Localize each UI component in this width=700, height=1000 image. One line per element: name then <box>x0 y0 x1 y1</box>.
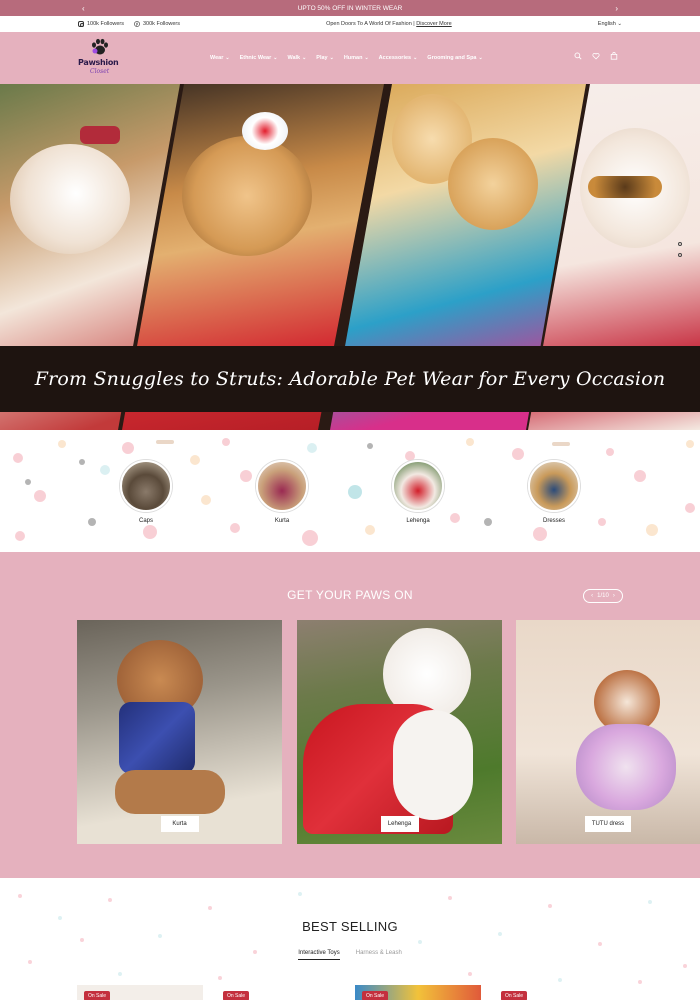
category-kurta[interactable]: Kurta <box>256 460 308 524</box>
cart-bag-icon[interactable] <box>610 52 618 60</box>
carousel-pager: ‹ 1/10 › <box>583 589 623 603</box>
hero-caption-band: From Snuggles to Struts: Adorable Pet We… <box>0 346 700 412</box>
language-selector[interactable]: English ⌄ <box>598 21 622 27</box>
promo-message: Open Doors To A World Of Fashion | Disco… <box>326 21 452 27</box>
chevron-down-icon: ⌄ <box>617 21 622 27</box>
best-selling-section: BEST SELLING Interactive Toys Harness & … <box>0 878 700 1000</box>
chevron-down-icon: ⌄ <box>225 55 230 61</box>
card-image-tutu <box>576 724 676 810</box>
card-label: Lehenga <box>380 816 419 832</box>
search-icon[interactable] <box>574 52 582 60</box>
chevron-left-icon[interactable]: ‹ <box>591 593 593 599</box>
card-label: TUTU dress <box>585 816 631 832</box>
social-links: 100k Followers 300k Followers <box>78 21 180 27</box>
category-label: Lehenga <box>406 518 430 524</box>
product-card-kurta[interactable]: Kurta <box>77 620 282 844</box>
get-your-paws-on-section: GET YOUR PAWS ON ‹ 1/10 › Kurta Lehenga … <box>0 552 700 878</box>
instagram-link[interactable]: 100k Followers <box>78 21 124 27</box>
sale-badge: On Sale <box>223 991 250 1000</box>
category-image-lehenga <box>392 460 444 512</box>
nav-label: Ethnic Wear <box>239 55 272 61</box>
nav-item-ethnic-wear[interactable]: Ethnic Wear ⌄ <box>240 55 278 61</box>
slide-dot[interactable] <box>678 242 682 246</box>
chevron-down-icon: ⌄ <box>413 55 418 61</box>
nav-item-grooming[interactable]: Grooming and Spa ⌄ <box>427 55 482 61</box>
category-dresses[interactable]: Dresses <box>528 460 580 524</box>
nav-item-play[interactable]: Play ⌄ <box>316 55 334 61</box>
facebook-icon <box>134 21 140 27</box>
nav-label: Walk <box>287 55 301 61</box>
hero-slide-dots <box>678 242 682 257</box>
main-nav: Wear ⌄ Ethnic Wear ⌄ Walk ⌄ Play ⌄ Human ⌄ Ac… <box>210 55 483 61</box>
category-label: Caps <box>138 518 153 524</box>
hero-caption: From Snuggles to Struts: Adorable Pet We… <box>34 368 666 390</box>
header-icons <box>574 52 618 60</box>
wishlist-heart-icon[interactable] <box>592 52 600 60</box>
sale-badge: On Sale <box>362 991 389 1000</box>
paw-logo-icon <box>92 38 108 55</box>
promo-text: Open Doors To A World Of Fashion | <box>326 21 417 27</box>
instagram-count: 100k Followers <box>87 21 124 27</box>
chevron-down-icon: ⌄ <box>364 55 369 61</box>
chevron-left-icon[interactable]: ‹ <box>82 4 85 13</box>
slide-dot[interactable] <box>678 253 682 257</box>
sale-badge: On Sale <box>501 991 528 1000</box>
tab-interactive-toys[interactable]: Interactive Toys <box>298 950 340 960</box>
nav-item-human[interactable]: Human ⌄ <box>344 55 369 61</box>
facebook-count: 300k Followers <box>143 21 180 27</box>
section-title: BEST SELLING <box>302 919 398 934</box>
announcement-bar: ‹ UPTO 50% OFF IN WINTER WEAR › <box>0 0 700 16</box>
pager-count: 1/10 <box>597 593 609 599</box>
chevron-down-icon: ⌄ <box>302 55 307 61</box>
logo[interactable]: Pawshion Closet <box>78 36 122 80</box>
product-card-lehenga[interactable]: Lehenga <box>297 620 502 844</box>
card-label: Kurta <box>160 816 199 832</box>
chevron-down-icon: ⌄ <box>273 55 278 61</box>
card-image-kurta <box>119 702 195 774</box>
site-header: Pawshion Closet Wear ⌄ Ethnic Wear ⌄ Walk ⌄… <box>0 32 700 84</box>
logo-subtext: Closet <box>90 68 110 75</box>
instagram-icon <box>78 21 84 27</box>
facebook-link[interactable]: 300k Followers <box>134 21 180 27</box>
chevron-right-icon[interactable]: › <box>615 4 618 13</box>
sale-badge: On Sale <box>84 991 111 1000</box>
tab-harness-leash[interactable]: Harness & Leash <box>356 950 402 960</box>
language-label: English <box>597 21 616 27</box>
category-image-dresses <box>528 460 580 512</box>
logo-text: Pawshion <box>78 58 119 67</box>
category-caps[interactable]: Caps <box>120 460 172 524</box>
nav-label: Human <box>343 55 363 61</box>
category-label: Kurta <box>274 518 290 524</box>
chevron-down-icon: ⌄ <box>329 55 334 61</box>
nav-item-wear[interactable]: Wear ⌄ <box>210 55 230 61</box>
nav-item-accessories[interactable]: Accessories ⌄ <box>379 55 418 61</box>
category-label: Dresses <box>542 518 565 524</box>
chevron-down-icon: ⌄ <box>478 55 483 61</box>
category-list: Caps Kurta Lehenga Dresses <box>0 460 700 524</box>
hero-banner[interactable]: From Snuggles to Struts: Adorable Pet We… <box>0 84 700 430</box>
nav-label: Play <box>316 55 328 61</box>
category-strip: Caps Kurta Lehenga Dresses <box>0 430 700 552</box>
nav-item-walk[interactable]: Walk ⌄ <box>287 55 306 61</box>
chevron-right-icon[interactable]: › <box>613 593 615 599</box>
product-card-tutu-dress[interactable]: TUTU dress <box>516 620 700 844</box>
best-selling-tabs: Interactive Toys Harness & Leash <box>0 950 700 960</box>
category-lehenga[interactable]: Lehenga <box>392 460 444 524</box>
discover-more-link[interactable]: Discover More <box>416 21 451 27</box>
nav-label: Grooming and Spa <box>427 55 477 61</box>
category-image-kurta <box>256 460 308 512</box>
nav-label: Accessories <box>378 55 412 61</box>
nav-label: Wear <box>210 55 224 61</box>
dot-pattern-background <box>18 892 687 984</box>
announcement-text: UPTO 50% OFF IN WINTER WEAR <box>297 4 403 12</box>
category-image-caps <box>120 460 172 512</box>
top-bar: 100k Followers 300k Followers Open Doors… <box>0 16 700 32</box>
